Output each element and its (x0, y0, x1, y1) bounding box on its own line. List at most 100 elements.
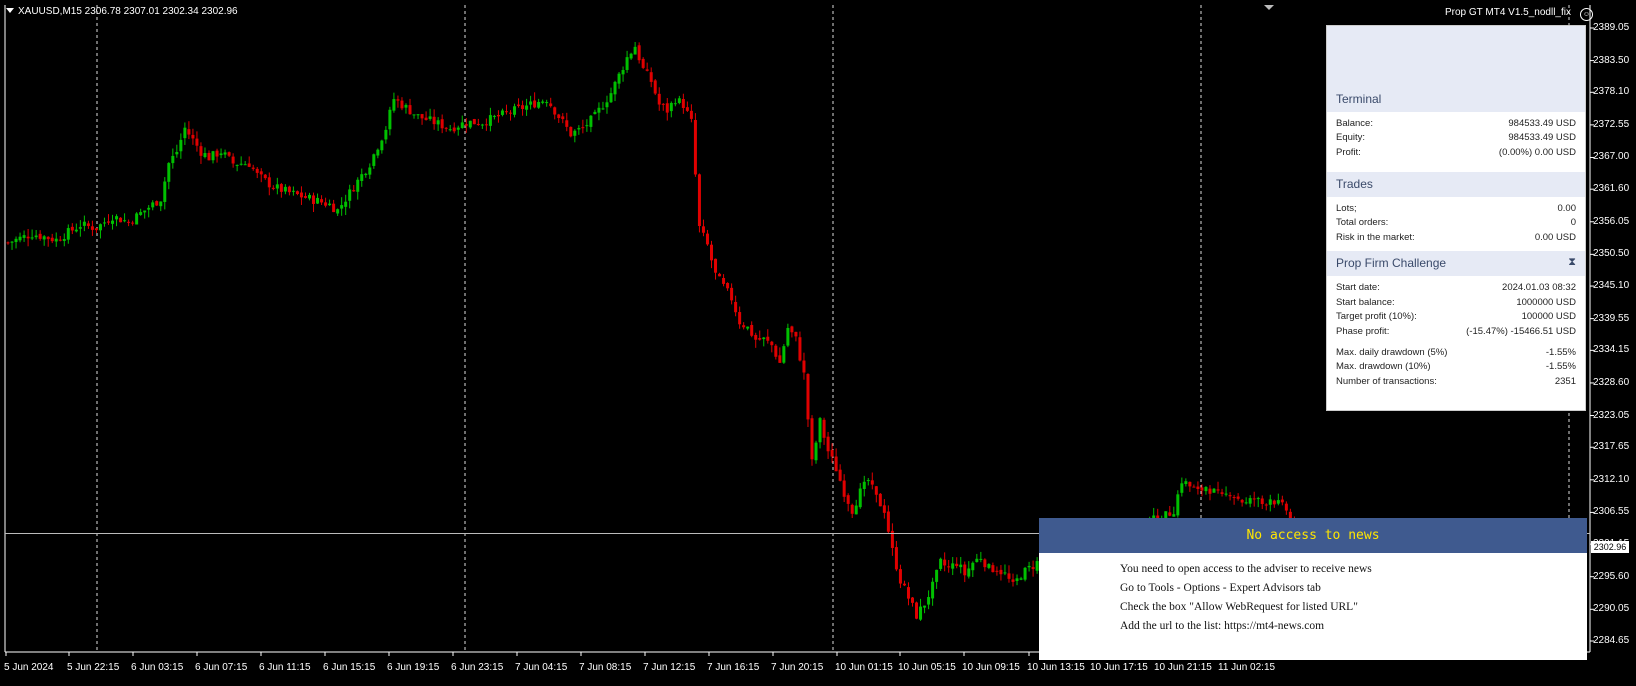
bear-candle (1200, 487, 1204, 491)
time-tick-label: 6 Jun 23:15 (451, 662, 504, 673)
time-tick-label: 6 Jun 19:15 (387, 662, 440, 673)
bull-candle (10, 241, 14, 243)
bull-candle (344, 201, 348, 207)
bull-candle (1015, 578, 1019, 581)
bull-candle (673, 103, 677, 105)
hourglass-icon: ⧗ (1568, 256, 1576, 268)
bull-candle (919, 606, 923, 620)
panel-row: Max. daily drawdown (5%) -1.55% (1336, 346, 1576, 360)
row-value: (-15.47%) -15466.51 USD (1466, 326, 1576, 337)
row-label: Start date: (1336, 282, 1380, 293)
bear-candle (657, 93, 661, 105)
time-tick-label: 10 Jun 17:15 (1090, 662, 1148, 673)
price-tick-label: 2389.05 (1593, 22, 1630, 33)
row-value: -1.55% (1545, 361, 1576, 372)
bear-candle (1252, 498, 1256, 500)
bear-candle (878, 493, 882, 507)
bear-candle (1196, 486, 1200, 490)
bear-candle (778, 355, 782, 363)
bear-candle (46, 236, 50, 240)
bear-candle (521, 105, 525, 110)
bear-candle (886, 511, 890, 532)
bull-candle (613, 81, 617, 95)
price-tick-label: 2334.15 (1593, 344, 1630, 356)
bear-candle (850, 504, 854, 514)
bear-candle (645, 69, 649, 71)
bear-candle (251, 167, 255, 169)
bear-candle (86, 223, 90, 226)
bull-candle (573, 130, 577, 136)
bull-candle (376, 149, 380, 156)
bull-candle (577, 128, 581, 130)
bull-candle (1184, 481, 1188, 485)
price-tick-label: 2372.55 (1593, 118, 1630, 130)
bear-candle (553, 107, 557, 115)
bear-candle (842, 480, 846, 497)
bear-candle (195, 138, 199, 146)
row-label: Max. drawdown (10%) (1336, 361, 1431, 372)
bull-candle (786, 327, 790, 346)
bull-candle (428, 116, 432, 119)
bear-candle (271, 187, 275, 189)
bear-candle (874, 486, 878, 495)
bull-candle (1023, 567, 1027, 580)
bull-candle (1248, 498, 1252, 504)
bear-candle (689, 110, 693, 119)
bear-candle (299, 192, 303, 198)
row-value: -1.55% (1545, 347, 1576, 358)
time-tick-label: 7 Jun 20:15 (771, 662, 824, 673)
bull-candle (923, 605, 927, 608)
bear-candle (565, 120, 569, 127)
bear-candle (247, 163, 251, 167)
bear-candle (191, 134, 195, 139)
bull-candle (782, 346, 786, 363)
bull-candle (336, 209, 340, 214)
bear-candle (94, 228, 98, 231)
bull-candle (1212, 488, 1216, 493)
bear-candle (697, 174, 701, 227)
time-tick-label: 6 Jun 07:15 (195, 662, 248, 673)
bear-candle (1260, 498, 1264, 504)
bear-candle (38, 233, 42, 239)
panel-row: Risk in the market: 0.00 USD (1336, 231, 1576, 245)
bull-candle (1180, 483, 1184, 493)
smiley-icon[interactable]: ☺ (1580, 8, 1593, 21)
bear-candle (846, 495, 850, 504)
bull-candle (605, 102, 609, 108)
panel-row: Target profit (10%): 100000 USD (1336, 310, 1576, 324)
bull-candle (448, 129, 452, 131)
bear-candle (287, 186, 291, 193)
price-tick-label: 2350.50 (1593, 248, 1630, 260)
time-tick-label: 7 Jun 04:15 (515, 662, 568, 673)
bear-candle (774, 345, 778, 357)
panel-row: Max. drawdown (10%) -1.55% (1336, 360, 1576, 374)
bear-candle (991, 565, 995, 573)
bull-candle (42, 236, 46, 240)
bull-candle (30, 237, 34, 239)
row-label: Profit: (1336, 147, 1361, 158)
time-tick-label: 10 Jun 09:15 (962, 662, 1020, 673)
bull-candle (360, 174, 364, 181)
news-line: Add the url to the list: https://mt4-new… (1120, 620, 1325, 632)
bull-candle (492, 115, 496, 117)
bull-candle (1276, 500, 1280, 504)
bear-candle (915, 602, 919, 619)
bear-candle (400, 100, 404, 109)
time-tick-label: 7 Jun 08:15 (579, 662, 632, 673)
bull-candle (609, 93, 613, 103)
row-label: Start balance: (1336, 297, 1395, 308)
bear-candle (312, 195, 316, 204)
bear-candle (295, 191, 299, 195)
bull-candle (589, 115, 593, 127)
bear-candle (1192, 486, 1196, 488)
dropdown-triangle-icon[interactable] (6, 8, 14, 13)
bear-candle (255, 168, 259, 173)
bear-candle (822, 419, 826, 438)
bull-candle (951, 563, 955, 569)
bear-candle (259, 171, 263, 175)
bear-candle (705, 233, 709, 245)
price-tick-label: 2367.00 (1593, 151, 1630, 163)
bull-candle (959, 564, 963, 568)
bull-candle (392, 99, 396, 111)
bull-candle (163, 181, 167, 202)
